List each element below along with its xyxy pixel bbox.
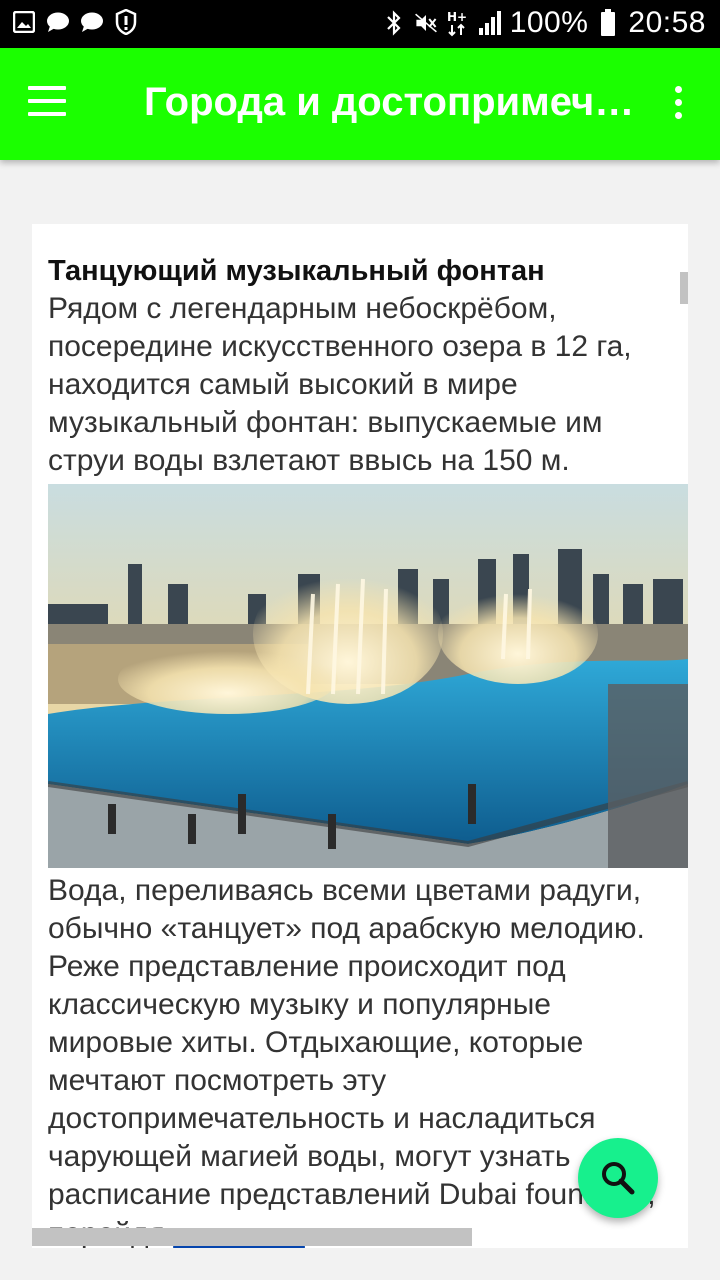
- search-fab[interactable]: [578, 1138, 658, 1218]
- alert-shield-icon: [114, 9, 138, 35]
- hplus-icon: H+: [446, 10, 470, 37]
- chat-icon: [46, 10, 70, 34]
- status-bar: H+ 100% 20:58: [0, 0, 720, 48]
- chat-icon: [80, 10, 104, 34]
- clock: 20:58: [628, 6, 706, 39]
- article-body: Вода, переливаясь всеми цветами радуги, …: [48, 872, 668, 1248]
- bluetooth-icon: [382, 10, 406, 36]
- overflow-menu-icon[interactable]: [668, 86, 688, 126]
- signal-icon: [478, 11, 502, 35]
- app-title: Города и достопримечательности: [144, 80, 644, 124]
- article-intro: Рядом с легендарным небоскрёбом, посеред…: [48, 292, 632, 477]
- content-card[interactable]: Танцующий музыкальный фонтан Рядом с лег…: [32, 224, 688, 1248]
- article: Танцующий музыкальный фонтан Рядом с лег…: [48, 252, 688, 1248]
- article-body-text: Вода, переливаясь всеми цветами радуги, …: [48, 874, 656, 1248]
- vertical-scrollbar[interactable]: [680, 272, 688, 304]
- horizontal-scrollbar[interactable]: [32, 1228, 472, 1246]
- article-title: Танцующий музыкальный фонтан: [48, 255, 545, 287]
- app-bar: Города и достопримечательности: [0, 48, 720, 160]
- search-icon: [602, 1162, 635, 1195]
- image-icon: [12, 10, 36, 34]
- svg-text:H+: H+: [447, 10, 467, 24]
- fountain-photo: [48, 484, 688, 868]
- battery-percent: 100%: [509, 6, 589, 39]
- hamburger-menu-icon[interactable]: [28, 86, 68, 120]
- mute-icon: [414, 11, 438, 35]
- battery-icon: [596, 9, 620, 36]
